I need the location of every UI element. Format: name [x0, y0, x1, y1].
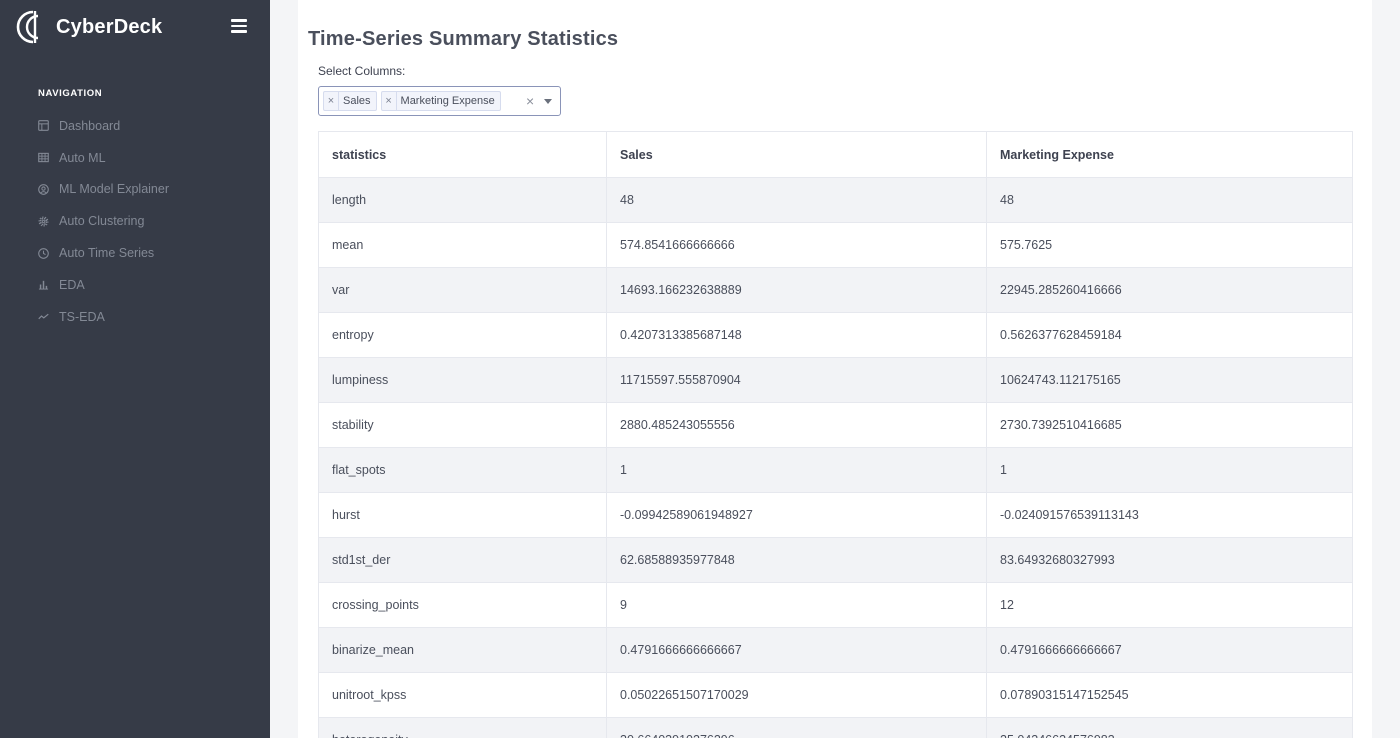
bar-chart-icon	[38, 279, 49, 290]
table-cell: 0.5626377628459184	[986, 312, 1353, 358]
table-cell: std1st_der	[318, 537, 607, 583]
trend-line-icon	[38, 311, 49, 322]
sidebar-item-label: EDA	[59, 277, 85, 292]
table-cell: 0.05022651507170029	[606, 672, 987, 718]
sidebar-item-auto-time-series[interactable]: Auto Time Series	[38, 237, 169, 269]
table-cell: 1	[986, 447, 1353, 493]
sidebar-item-dashboard[interactable]: Dashboard	[38, 110, 169, 142]
table-row: flat_spots 1 1	[318, 447, 1353, 493]
sidebar-item-auto-clustering[interactable]: Auto Clustering	[38, 205, 169, 237]
table-cell: flat_spots	[318, 447, 607, 493]
table-cell: 12	[986, 582, 1353, 628]
table-row: binarize_mean 0.4791666666666667 0.4791666…	[318, 627, 1353, 673]
table-cell: 0.4207313385687148	[606, 312, 987, 358]
sidebar-item-auto-ml[interactable]: Auto ML	[38, 142, 169, 174]
table-cell: 62.68588935977848	[606, 537, 987, 583]
select-columns-label: Select Columns:	[318, 64, 406, 78]
table-cell: 83.64932680327993	[986, 537, 1353, 583]
table-row: crossing_points 9 12	[318, 582, 1353, 628]
table-cell: 575.7625	[986, 222, 1353, 268]
sidebar-item-eda[interactable]: EDA	[38, 269, 169, 301]
table-row: mean 574.8541666666666 575.7625	[318, 222, 1353, 268]
table-cell: stability	[318, 402, 607, 448]
table-row: unitroot_kpss 0.05022651507170029 0.078903…	[318, 672, 1353, 718]
column-multiselect[interactable]: × Sales × Marketing Expense ×	[318, 86, 561, 116]
sidebar-item-label: Auto Time Series	[59, 246, 155, 261]
table-cell: crossing_points	[318, 582, 607, 628]
gear-icon	[38, 216, 49, 227]
table-row: lumpiness 11715597.555870904 10624743.1121…	[318, 357, 1353, 403]
table-cell: length	[318, 177, 607, 223]
table-cell: heterogeneity	[318, 717, 607, 738]
table-cell: 0.4791666666666667	[606, 627, 987, 673]
table-cell: unitroot_kpss	[318, 672, 607, 718]
table-cell: 14693.166232638889	[606, 267, 987, 313]
table-cell: 9	[606, 582, 987, 628]
sidebar-item-label: Dashboard	[59, 118, 121, 133]
table-cell: 48	[986, 177, 1353, 223]
table-cell: var	[318, 267, 607, 313]
column-header[interactable]: Sales	[606, 131, 987, 178]
main-card: Time-Series Summary Statistics Select Co…	[298, 0, 1372, 738]
sidebar-item-label: Auto ML	[59, 150, 106, 165]
table-cell: hurst	[318, 492, 607, 538]
table-cell: binarize_mean	[318, 627, 607, 673]
table-cell: 22945.285260416666	[986, 267, 1353, 313]
sidebar-item-ts-eda[interactable]: TS-EDA	[38, 301, 169, 333]
table-row: var 14693.166232638889 22945.285260416666	[318, 267, 1353, 313]
tag-label: Marketing Expense	[400, 95, 495, 107]
sidebar-item-label: Auto Clustering	[59, 214, 145, 229]
table-cell: 574.8541666666666	[606, 222, 987, 268]
table-cell: -0.09942589061948927	[606, 492, 987, 538]
dashboard-icon	[38, 120, 49, 132]
table-row: heterogeneity30.6640391027629625.0434663…	[318, 717, 1353, 738]
sidebar-item-label: ML Model Explainer	[59, 182, 170, 197]
table-cell: lumpiness	[318, 357, 607, 403]
sidebar-item-label: TS-EDA	[59, 309, 105, 324]
brand[interactable]: CyberDeck	[16, 8, 162, 46]
clock-icon	[38, 247, 49, 259]
statistics-table: statistics Sales Marketing Expense lengt…	[318, 131, 1353, 738]
tag-label: Sales	[343, 95, 371, 107]
table-row: length 48 48	[318, 177, 1353, 223]
table-cell: mean	[318, 222, 607, 268]
chevron-down-icon[interactable]	[544, 99, 552, 104]
sidebar: CyberDeck NAVIGATION Dashboard Auto ML M…	[0, 0, 270, 738]
user-circle-icon	[38, 184, 49, 195]
sidebar-item-ml-model-explainer[interactable]: ML Model Explainer	[38, 174, 169, 206]
grid-icon	[38, 152, 49, 163]
nav-heading: NAVIGATION	[38, 88, 103, 99]
brand-name: CyberDeck	[56, 15, 163, 38]
table-cell: 2880.485243055556	[606, 402, 987, 448]
table-row: stability 2880.485243055556 2730.739251041…	[318, 402, 1353, 448]
table-row: hurst -0.09942589061948927 -0.024091576539…	[318, 492, 1353, 538]
table-cell: 25.04346634576983	[986, 717, 1353, 738]
table-cell: 0.07890315147152545	[986, 672, 1353, 718]
nav-list: Dashboard Auto ML ML Model Explainer Aut…	[38, 110, 169, 333]
selected-tag-marketing-expense: × Marketing Expense	[380, 91, 501, 111]
table-cell: entropy	[318, 312, 607, 358]
table-cell: 1	[606, 447, 987, 493]
table-row: entropy 0.4207313385687148 0.5626377628459…	[318, 312, 1353, 358]
table-header-row: statistics Sales Marketing Expense	[318, 131, 1353, 178]
table-cell: 48	[606, 177, 987, 223]
clear-all-icon[interactable]: ×	[526, 93, 534, 109]
table-cell: 11715597.555870904	[606, 357, 987, 403]
cyberdeck-logo-icon	[16, 10, 39, 44]
remove-tag-icon[interactable]: ×	[382, 92, 397, 110]
table-cell: 10624743.112175165	[986, 357, 1353, 403]
table-cell: 2730.7392510416685	[986, 402, 1353, 448]
menu-toggle-icon[interactable]	[231, 19, 247, 33]
statistics-table-container: statistics Sales Marketing Expense lengt…	[318, 131, 1353, 738]
page-title: Time-Series Summary Statistics	[308, 28, 619, 50]
remove-tag-icon[interactable]: ×	[324, 92, 339, 110]
table-cell: 30.66403910276296	[606, 717, 987, 738]
table-cell: 0.4791666666666667	[986, 627, 1353, 673]
column-header[interactable]: statistics	[318, 131, 607, 178]
table-cell: -0.024091576539113143	[986, 492, 1353, 538]
column-header[interactable]: Marketing Expense	[986, 131, 1353, 178]
table-row: std1st_der 62.68588935977848 83.6493268032…	[318, 537, 1353, 583]
selected-tag-sales: × Sales	[323, 91, 377, 111]
